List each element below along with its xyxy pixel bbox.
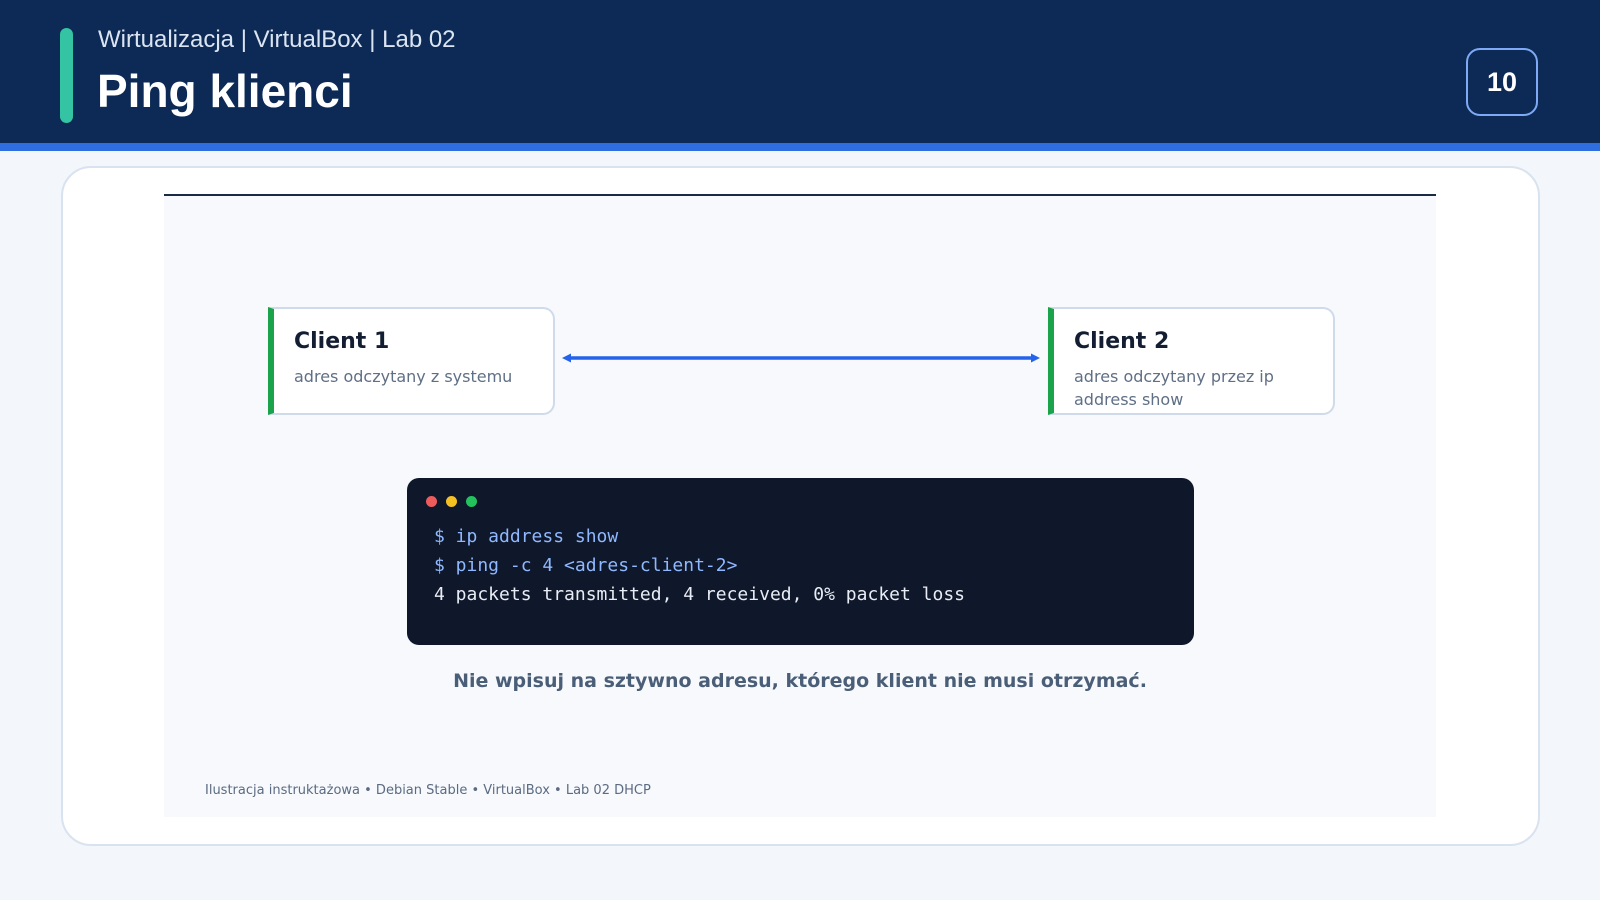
- bidirectional-arrow-icon: [562, 353, 1040, 363]
- title-accent-bar: [60, 28, 73, 123]
- terminal-close-dot-icon: [426, 496, 437, 507]
- terminal-line: 4 packets transmitted, 4 received, 0% pa…: [434, 584, 966, 605]
- page-number-badge: 10: [1466, 48, 1538, 116]
- client-1-name: Client 1: [294, 329, 390, 354]
- slide-title: Ping klienci: [97, 65, 353, 117]
- terminal-line: $ ping -c 4 <adres-client-2>: [434, 555, 738, 576]
- header-accent-stripe: [0, 143, 1600, 151]
- terminal-line: $ ip address show: [434, 526, 619, 547]
- arrow-head-left: [562, 353, 571, 363]
- client-2-name: Client 2: [1074, 329, 1170, 354]
- client-2-node: Client 2 adres odczytany przez ip addres…: [1048, 307, 1335, 415]
- client-1-description: adres odczytany z systemu: [294, 367, 513, 386]
- slide-subtitle: Wirtualizacja | VirtualBox | Lab 02: [98, 26, 456, 53]
- terminal-maximize-dot-icon: [466, 496, 477, 507]
- client-1-node: Client 1 adres odczytany z systemu: [268, 307, 555, 415]
- terminal-minimize-dot-icon: [446, 496, 457, 507]
- arrow-head-right: [1031, 353, 1040, 363]
- client-2-description: adres odczytany przez ip address show: [1074, 367, 1274, 409]
- warning-note: Nie wpisuj na sztywno adresu, którego kl…: [453, 670, 1147, 692]
- terminal-window: $ ip address show $ ping -c 4 <adres-cli…: [407, 478, 1194, 645]
- illustration-footnote: Ilustracja instruktażowa • Debian Stable…: [205, 783, 651, 798]
